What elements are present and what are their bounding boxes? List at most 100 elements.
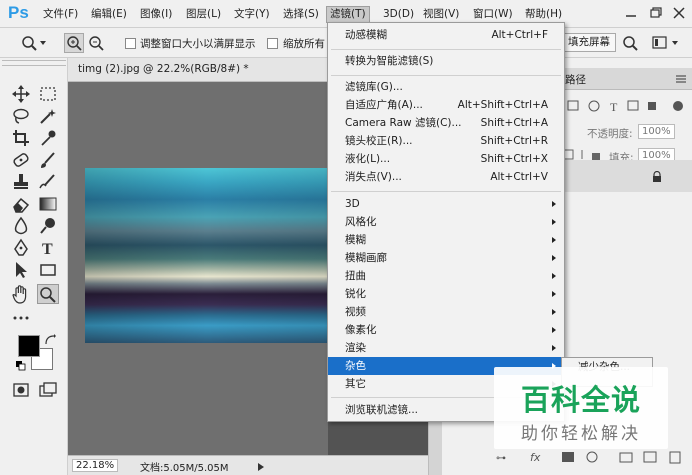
- default-colors-icon[interactable]: [16, 361, 26, 371]
- submenu-arrow-icon: [552, 309, 556, 315]
- pen-tool-icon[interactable]: [10, 238, 32, 258]
- menu-item-lens-correction[interactable]: 镜头校正(R)... Shift+Ctrl+R: [328, 132, 564, 150]
- lasso-tool-icon[interactable]: [10, 106, 32, 126]
- close-icon[interactable]: [670, 4, 688, 22]
- canvas-image[interactable]: [85, 168, 328, 343]
- dodge-tool-icon[interactable]: [37, 216, 59, 236]
- menu-item-convert-smart-filter[interactable]: 转换为智能滤镜(S): [328, 52, 564, 70]
- menu-edit[interactable]: 编辑(E): [88, 6, 130, 23]
- brush-tool-icon[interactable]: [37, 150, 59, 170]
- menu-type[interactable]: 文字(Y): [231, 6, 273, 23]
- gradient-tool-icon[interactable]: [37, 194, 59, 214]
- menu-help[interactable]: 帮助(H): [522, 6, 565, 23]
- eraser-tool-icon[interactable]: [10, 194, 32, 214]
- toolbar-grip[interactable]: [2, 60, 66, 66]
- menu-item-render[interactable]: 渲染: [328, 339, 564, 357]
- zoom-tool-preset-icon[interactable]: [20, 33, 48, 53]
- zoom-all-checkbox[interactable]: [267, 38, 278, 49]
- healing-brush-tool-icon[interactable]: [10, 150, 32, 170]
- resize-windows-label: 调整窗口大小以满屏显示: [140, 38, 256, 50]
- screen-mode-icon[interactable]: [37, 380, 59, 400]
- resize-windows-checkbox[interactable]: [125, 38, 136, 49]
- submenu-arrow-icon: [552, 327, 556, 333]
- opacity-label: 不透明度:: [587, 128, 633, 140]
- more-tools-icon[interactable]: [10, 308, 32, 328]
- submenu-arrow-icon: [552, 201, 556, 207]
- panel-menu-icon[interactable]: [676, 74, 686, 84]
- zoom-all-label: 缩放所有: [283, 38, 325, 50]
- eyedropper-tool-icon[interactable]: [37, 128, 59, 148]
- zoom-in-icon[interactable]: [64, 33, 84, 53]
- document-tab-title: timg (2).jpg @ 22.2%(RGB/8#) *: [78, 63, 249, 75]
- rectangle-tool-icon[interactable]: [37, 260, 59, 280]
- menu-item-last-filter[interactable]: 动感模糊 Alt+Ctrl+F: [328, 26, 564, 44]
- menu-item-vanishing-point[interactable]: 消失点(V)... Alt+Ctrl+V: [328, 168, 564, 186]
- menu-window[interactable]: 窗口(W): [470, 6, 516, 23]
- submenu-arrow-icon: [552, 273, 556, 279]
- filter-menu: 动感模糊 Alt+Ctrl+F 转换为智能滤镜(S) 滤镜库(G)... 自适应…: [327, 22, 565, 422]
- menu-image[interactable]: 图像(I): [137, 6, 175, 23]
- zoom-out-icon[interactable]: [86, 33, 106, 53]
- menu-item-video[interactable]: 视频: [328, 303, 564, 321]
- swap-colors-icon[interactable]: [44, 334, 56, 346]
- history-brush-tool-icon[interactable]: [37, 172, 59, 192]
- status-arrow-icon[interactable]: [258, 462, 264, 471]
- zoom-tool-icon[interactable]: [37, 284, 59, 304]
- photoshop-logo: Ps: [8, 3, 29, 22]
- hand-tool-icon[interactable]: [10, 284, 32, 304]
- rect-marquee-tool-icon[interactable]: [37, 84, 59, 104]
- layers-footer-icons[interactable]: ⊶ fx: [492, 448, 688, 466]
- menu-item-stylize[interactable]: 风格化: [328, 213, 564, 231]
- menu-select[interactable]: 选择(S): [280, 6, 322, 23]
- search-icon[interactable]: [620, 33, 642, 53]
- submenu-arrow-icon: [552, 219, 556, 225]
- svg-text:fx: fx: [530, 451, 541, 464]
- menu-layer[interactable]: 图层(L): [183, 6, 224, 23]
- path-selection-tool-icon[interactable]: [10, 260, 32, 280]
- move-tool-icon[interactable]: [10, 84, 32, 104]
- zoom-level-field[interactable]: 22.18%: [72, 459, 119, 472]
- lock-icon: [652, 170, 662, 183]
- svg-text:⊶: ⊶: [496, 453, 506, 464]
- quick-mask-icon[interactable]: [10, 380, 32, 400]
- tab-paths[interactable]: 路径: [565, 72, 586, 87]
- menu-item-blur-gallery[interactable]: 模糊画廊: [328, 249, 564, 267]
- fill-screen-button[interactable]: 填充屏幕: [562, 33, 616, 52]
- menu-separator: [331, 49, 561, 50]
- menu-item-blur[interactable]: 模糊: [328, 231, 564, 249]
- crop-tool-icon[interactable]: [10, 128, 32, 148]
- menu-view[interactable]: 视图(V): [420, 6, 462, 23]
- menu-item-camera-raw[interactable]: Camera Raw 滤镜(C)... Shift+Ctrl+A: [328, 114, 564, 132]
- menu-3d[interactable]: 3D(D): [380, 6, 417, 23]
- status-bar: 22.18% 文档:5.05M/5.05M: [68, 455, 428, 475]
- layer-filter-icons[interactable]: T: [566, 98, 688, 114]
- opacity-field[interactable]: 100%: [638, 124, 675, 139]
- clone-stamp-tool-icon[interactable]: [10, 172, 32, 192]
- type-tool-icon[interactable]: T: [37, 238, 59, 258]
- menu-item-distort[interactable]: 扭曲: [328, 267, 564, 285]
- menu-separator: [331, 75, 561, 76]
- menu-item-3d[interactable]: 3D: [328, 195, 564, 213]
- menu-filter[interactable]: 滤镜(T): [326, 6, 370, 23]
- restore-icon[interactable]: [646, 4, 664, 22]
- submenu-arrow-icon: [552, 237, 556, 243]
- menu-item-adaptive-wide-angle[interactable]: 自适应广角(A)... Alt+Shift+Ctrl+A: [328, 96, 564, 114]
- document-tab[interactable]: timg (2).jpg @ 22.2%(RGB/8#) *: [68, 58, 328, 82]
- blur-tool-icon[interactable]: [10, 216, 32, 236]
- magic-wand-tool-icon[interactable]: [37, 106, 59, 126]
- submenu-arrow-icon: [552, 345, 556, 351]
- menu-file[interactable]: 文件(F): [40, 6, 81, 23]
- menu-item-pixelate[interactable]: 像素化: [328, 321, 564, 339]
- menu-item-filter-gallery[interactable]: 滤镜库(G)...: [328, 78, 564, 96]
- submenu-arrow-icon: [552, 291, 556, 297]
- watermark-subtitle: 助你轻松解决: [521, 424, 641, 444]
- document-info: 文档:5.05M/5.05M: [140, 463, 229, 474]
- menu-item-sharpen[interactable]: 锐化: [328, 285, 564, 303]
- watermark-overlay: 百科全说 助你轻松解决: [494, 367, 668, 449]
- workspace-switcher-icon[interactable]: [650, 33, 684, 53]
- menu-item-liquify[interactable]: 液化(L)... Shift+Ctrl+X: [328, 150, 564, 168]
- minimize-icon[interactable]: [622, 4, 640, 22]
- watermark-title: 百科全说: [520, 383, 641, 417]
- foreground-color-swatch-top[interactable]: [18, 335, 40, 357]
- svg-text:T: T: [42, 241, 53, 258]
